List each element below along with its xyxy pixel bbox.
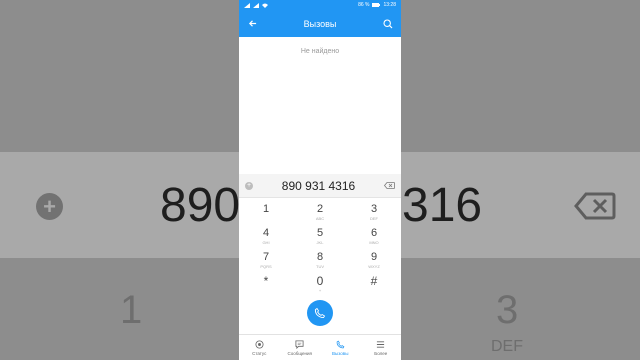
key-digit: 8 xyxy=(316,251,324,263)
key-digit: 2 xyxy=(316,203,324,215)
battery-icon xyxy=(372,3,381,7)
wifi-icon xyxy=(262,3,268,8)
nav-item-messages[interactable]: Сообщения xyxy=(280,335,321,360)
empty-state-text: Не найдено xyxy=(300,48,340,55)
status-icon xyxy=(255,339,264,349)
keypad: 1 2 ABC 3 DEF 4 GHI 5 JKL 6 MNO 7 PQRS 8 TUV 9W… xyxy=(239,203,401,296)
key-digit: 4 xyxy=(262,227,270,239)
status-bar: 86 % 13:28 xyxy=(239,0,401,10)
clock: 13:28 xyxy=(383,2,396,8)
nav-item-more[interactable]: Более xyxy=(361,335,402,360)
key-digit: 1 xyxy=(262,203,270,215)
signal2-icon xyxy=(253,2,259,8)
signal-icon xyxy=(244,2,250,8)
phone-icon xyxy=(336,340,345,348)
nav-item-status[interactable]: Статус xyxy=(239,335,280,360)
key-letters: JKL xyxy=(316,240,324,245)
background-digit-1: 1 xyxy=(120,288,143,332)
message-icon xyxy=(295,339,304,349)
key-0[interactable]: 0 + xyxy=(293,275,347,296)
key-letters: PQRS xyxy=(260,264,272,269)
key-digit: # xyxy=(370,274,378,288)
phone-screen: 86 % 13:28 Вызовы Не найдено + 890 931 4… xyxy=(239,0,401,360)
key-digit: 5 xyxy=(316,227,324,239)
key-digit: 0 xyxy=(316,274,324,288)
number-field[interactable]: + 890 931 4316 xyxy=(239,174,401,198)
app-bar: Вызовы xyxy=(239,10,401,37)
key-letters: TUV xyxy=(316,264,324,269)
battery-text: 86 % xyxy=(358,2,370,8)
backspace-icon[interactable] xyxy=(384,182,395,189)
key-digit: 9 xyxy=(370,251,378,263)
nav-label: Более xyxy=(374,350,388,356)
key-hash[interactable]: # xyxy=(347,275,401,296)
key-letters: + xyxy=(318,288,322,293)
dialed-number: 890 931 4316 xyxy=(281,178,356,193)
background-number-right: 316 xyxy=(402,179,483,232)
bottom-navigation: Статус Сообщения Вызовы Более xyxy=(239,334,401,360)
key-star[interactable]: * xyxy=(239,275,293,296)
nav-label: Статус xyxy=(252,350,267,356)
add-contact-icon[interactable]: + xyxy=(245,181,253,190)
background-number-left: 890 xyxy=(160,179,241,232)
phone-icon xyxy=(314,307,326,319)
menu-icon xyxy=(377,340,385,348)
key-1[interactable]: 1 xyxy=(239,203,293,224)
search-icon[interactable] xyxy=(381,17,395,31)
key-8[interactable]: 8 TUV xyxy=(293,251,347,272)
key-letters: GHI xyxy=(262,240,270,245)
nav-label: Сообщения xyxy=(287,350,312,356)
key-5[interactable]: 5 JKL xyxy=(293,227,347,248)
key-9[interactable]: 9 WXYZ xyxy=(347,251,401,272)
key-3[interactable]: 3 DEF xyxy=(347,203,401,224)
key-digit: 3 xyxy=(370,203,378,215)
background-digit-3: 3 xyxy=(496,288,519,332)
arrow-left-icon[interactable] xyxy=(245,17,259,31)
nav-item-calls[interactable]: Вызовы xyxy=(320,335,361,360)
nav-label: Вызовы xyxy=(332,350,349,356)
key-letters: DEF xyxy=(370,216,378,221)
call-button[interactable] xyxy=(307,300,333,326)
background-letters-def: DEF xyxy=(491,338,523,355)
key-2[interactable]: 2 ABC xyxy=(293,203,347,224)
key-digit: 6 xyxy=(370,227,378,239)
key-letters: ABC xyxy=(315,216,325,221)
key-7[interactable]: 7 PQRS xyxy=(239,251,293,272)
key-digit: * xyxy=(263,274,269,288)
key-6[interactable]: 6 MNO xyxy=(347,227,401,248)
key-letters: MNO xyxy=(369,240,379,245)
background-backspace-icon xyxy=(574,192,616,220)
page-title: Вызовы xyxy=(303,18,337,29)
key-4[interactable]: 4 GHI xyxy=(239,227,293,248)
background-add-icon: + xyxy=(36,193,63,220)
key-letters: WXYZ xyxy=(368,264,380,269)
key-digit: 7 xyxy=(262,251,270,263)
